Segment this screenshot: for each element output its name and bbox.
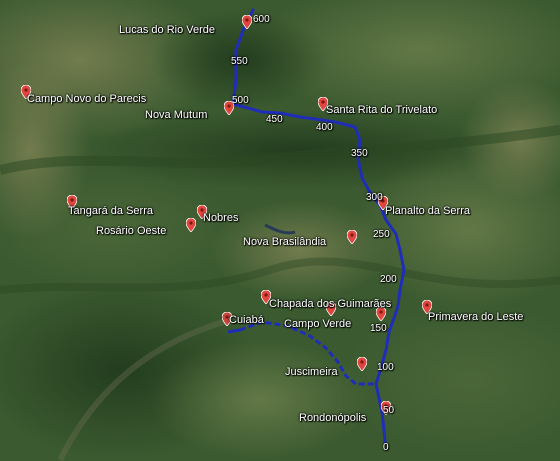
route-branch-cuiaba-tail: [227, 328, 241, 334]
km-marker: 300: [366, 192, 383, 203]
place-label-cuiaba[interactable]: Cuiabá: [229, 314, 264, 326]
place-label-tangara[interactable]: Tangará da Serra: [68, 205, 153, 217]
place-label-campo-verde[interactable]: Campo Verde: [284, 318, 351, 330]
km-marker: 400: [316, 122, 333, 133]
km-marker: 550: [231, 56, 248, 67]
km-marker: 450: [266, 114, 283, 125]
pin-nova-brasilandia-icon[interactable]: [347, 230, 357, 244]
pin-lucas-icon[interactable]: [242, 15, 252, 29]
map-view[interactable]: Lucas do Rio Verde Campo Novo do Parecis…: [0, 0, 560, 461]
route-layer: [227, 8, 406, 444]
km-marker: 600: [253, 14, 270, 25]
place-label-lucas[interactable]: Lucas do Rio Verde: [119, 24, 215, 36]
place-label-santa-rita[interactable]: Santa Rita do Trivelato: [326, 104, 437, 116]
place-label-chapada[interactable]: Chapada dos Guimarães: [269, 298, 391, 310]
km-marker: 100: [377, 362, 394, 373]
km-marker: 350: [351, 148, 368, 159]
pin-rosario-icon[interactable]: [186, 218, 196, 232]
place-label-rosario[interactable]: Rosário Oeste: [96, 225, 166, 237]
place-label-nova-mutum[interactable]: Nova Mutum: [145, 109, 207, 121]
km-marker: 50: [383, 405, 395, 416]
km-marker: 0: [383, 442, 389, 453]
place-label-campo-novo[interactable]: Campo Novo do Parecis: [27, 93, 146, 105]
place-label-planalto[interactable]: Planalto da Serra: [385, 205, 470, 217]
place-label-nova-brasilandia[interactable]: Nova Brasilândia: [243, 236, 326, 248]
km-marker: 250: [373, 229, 390, 240]
place-label-nobres[interactable]: Nobres: [203, 212, 238, 224]
place-label-juscimeira[interactable]: Juscimeira: [285, 366, 338, 378]
place-label-primavera[interactable]: Primavera do Leste: [428, 311, 523, 323]
pin-juscimeira-icon[interactable]: [357, 357, 367, 371]
km-marker: 200: [380, 274, 397, 285]
km-marker: 500: [232, 95, 249, 106]
km-marker: 150: [370, 323, 387, 334]
place-label-rondonopolis[interactable]: Rondonópolis: [299, 412, 366, 424]
